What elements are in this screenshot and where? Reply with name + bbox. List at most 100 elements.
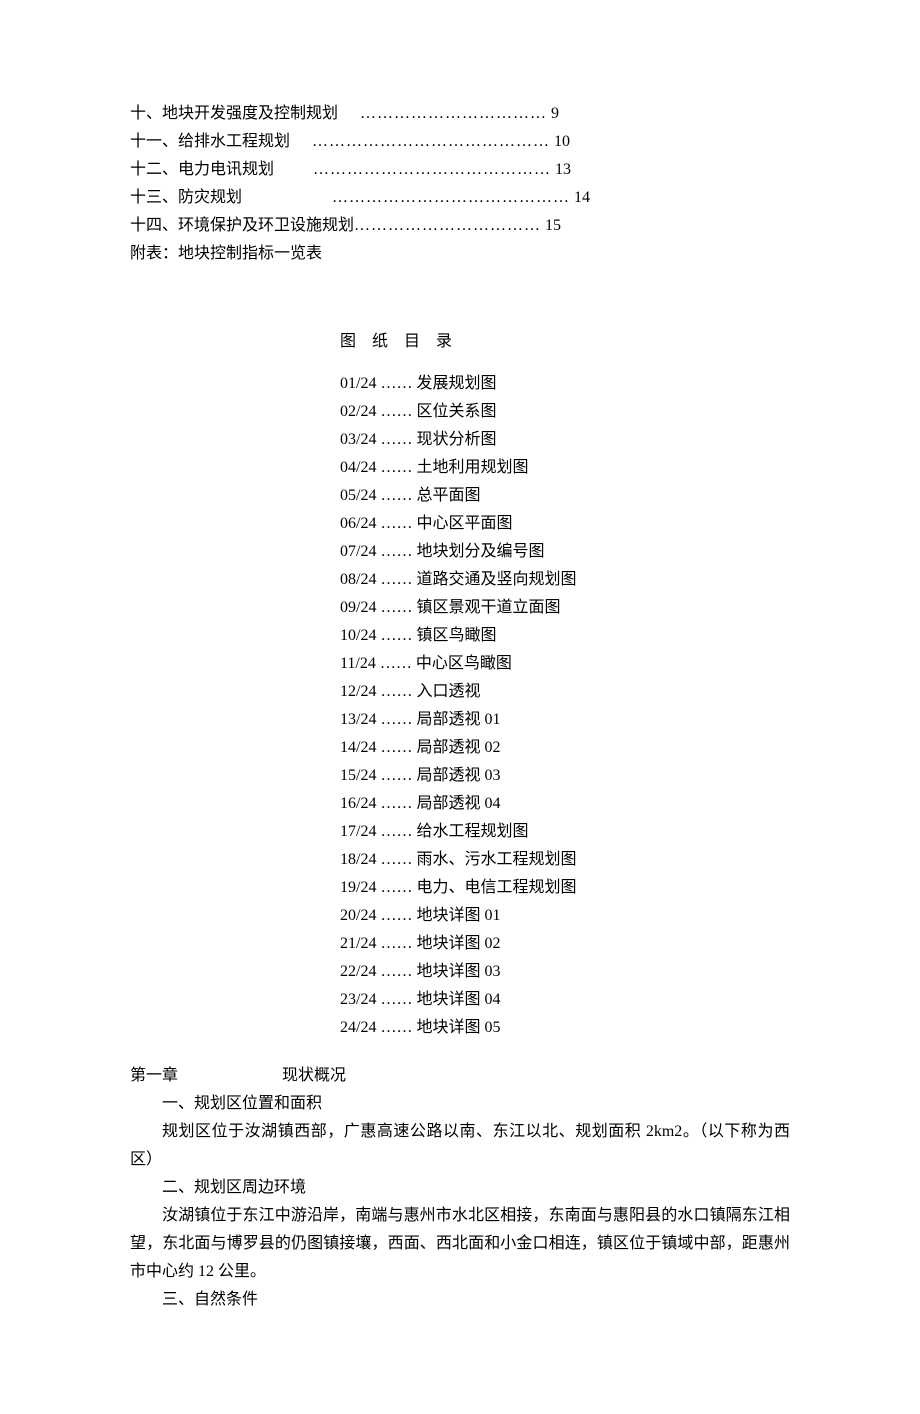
- figure-list-title: 图 纸 目 录: [340, 328, 790, 356]
- toc-label: 十三、防灾规划: [130, 184, 242, 212]
- figure-row: 18/24 …… 雨水、污水工程规划图: [340, 846, 790, 874]
- toc-label: 十一、给排水工程规划: [130, 128, 290, 156]
- figure-num: 12/24: [340, 683, 376, 700]
- figure-sep: ……: [376, 571, 416, 588]
- figure-num: 19/24: [340, 879, 376, 896]
- figure-name: 发展规划图: [416, 375, 496, 392]
- figure-row: 13/24 …… 局部透视 01: [340, 706, 790, 734]
- figure-row: 08/24 …… 道路交通及竖向规划图: [340, 566, 790, 594]
- figure-sep: ……: [376, 459, 416, 476]
- figure-name: 镇区景观干道立面图: [416, 599, 560, 616]
- figure-row: 19/24 …… 电力、电信工程规划图: [340, 874, 790, 902]
- figure-row: 14/24 …… 局部透视 02: [340, 734, 790, 762]
- figure-sep: ……: [376, 935, 416, 952]
- toc-page: 13: [555, 161, 571, 178]
- chapter-title: 现状概况: [282, 1062, 346, 1090]
- figure-num: 02/24: [340, 403, 376, 420]
- figure-name: 道路交通及竖向规划图: [416, 571, 576, 588]
- figure-row: 04/24 …… 土地利用规划图: [340, 454, 790, 482]
- figure-name: 现状分析图: [416, 431, 496, 448]
- figure-name: 地块详图 02: [416, 935, 500, 952]
- figure-num: 13/24: [340, 711, 376, 728]
- figure-num: 14/24: [340, 739, 376, 756]
- figure-name: 中心区平面图: [416, 515, 512, 532]
- figure-num: 09/24: [340, 599, 376, 616]
- toc-upper: 十、地块开发强度及控制规划 ……………………………9 十一、给排水工程规划 ………: [130, 100, 790, 268]
- toc-page: 9: [551, 105, 559, 122]
- figure-sep: ……: [376, 599, 416, 616]
- figure-name: 雨水、污水工程规划图: [416, 851, 576, 868]
- figure-row: 03/24 …… 现状分析图: [340, 426, 790, 454]
- figure-row: 17/24 …… 给水工程规划图: [340, 818, 790, 846]
- toc-label: 十二、电力电讯规划: [130, 156, 274, 184]
- figure-name: 地块详图 05: [416, 1019, 500, 1036]
- figure-sep: ……: [376, 795, 416, 812]
- toc-label: 附表：地块控制指标一览表: [130, 240, 322, 268]
- figure-sep: ……: [376, 543, 416, 560]
- figure-name: 入口透视: [416, 683, 480, 700]
- figure-name: 局部透视 02: [416, 739, 500, 756]
- figure-num: 01/24: [340, 375, 376, 392]
- chapter-heading: 第一章 现状概况: [130, 1062, 790, 1090]
- figure-num: 24/24: [340, 1019, 376, 1036]
- figure-num: 21/24: [340, 935, 376, 952]
- figure-sep: ……: [376, 907, 416, 924]
- figure-row: 11/24 …… 中心区鸟瞰图: [340, 650, 790, 678]
- figure-name: 局部透视 04: [416, 795, 500, 812]
- figure-sep: ……: [376, 991, 416, 1008]
- figure-row: 05/24 …… 总平面图: [340, 482, 790, 510]
- figure-sep: ……: [376, 851, 416, 868]
- figure-num: 16/24: [340, 795, 376, 812]
- figure-sep: ……: [376, 879, 416, 896]
- figure-name: 地块详图 04: [416, 991, 500, 1008]
- figure-row: 20/24 …… 地块详图 01: [340, 902, 790, 930]
- figure-sep: ……: [376, 627, 416, 644]
- figure-sep: ……: [376, 1019, 416, 1036]
- figure-row: 16/24 …… 局部透视 04: [340, 790, 790, 818]
- figure-row: 01/24 …… 发展规划图: [340, 370, 790, 398]
- figure-name: 局部透视 01: [416, 711, 500, 728]
- figure-row: 23/24 …… 地块详图 04: [340, 986, 790, 1014]
- figure-num: 20/24: [340, 907, 376, 924]
- toc-row: 十四、环境保护及环卫设施规划……………………………15: [130, 212, 790, 240]
- figure-name: 区位关系图: [416, 403, 496, 420]
- figure-list-section: 图 纸 目 录 01/24 …… 发展规划图02/24 …… 区位关系图03/2…: [340, 328, 790, 1042]
- figure-sep: ……: [376, 655, 416, 672]
- figure-sep: ……: [376, 375, 416, 392]
- toc-label: 十四、环境保护及环卫设施规划: [130, 212, 354, 240]
- chapter-label: 第一章: [130, 1067, 178, 1084]
- figure-num: 10/24: [340, 627, 376, 644]
- figure-row: 02/24 …… 区位关系图: [340, 398, 790, 426]
- toc-dots: ……………………………: [354, 217, 541, 234]
- figure-row: 07/24 …… 地块划分及编号图: [340, 538, 790, 566]
- toc-dots: ……………………………: [338, 105, 547, 122]
- figure-row: 12/24 …… 入口透视: [340, 678, 790, 706]
- figure-row: 15/24 …… 局部透视 03: [340, 762, 790, 790]
- figure-num: 05/24: [340, 487, 376, 504]
- figure-name: 局部透视 03: [416, 767, 500, 784]
- figure-row: 21/24 …… 地块详图 02: [340, 930, 790, 958]
- figure-num: 07/24: [340, 543, 376, 560]
- figure-num: 17/24: [340, 823, 376, 840]
- figure-sep: ……: [376, 403, 416, 420]
- toc-page: 15: [545, 217, 561, 234]
- figure-name: 地块详图 03: [416, 963, 500, 980]
- section-heading-2: 二、规划区周边环境: [130, 1174, 790, 1202]
- figure-row: 10/24 …… 镇区鸟瞰图: [340, 622, 790, 650]
- toc-row: 十二、电力电讯规划 ……………………………………13: [130, 156, 790, 184]
- figure-num: 04/24: [340, 459, 376, 476]
- figure-row: 09/24 …… 镇区景观干道立面图: [340, 594, 790, 622]
- figure-row: 24/24 …… 地块详图 05: [340, 1014, 790, 1042]
- figure-sep: ……: [376, 515, 416, 532]
- figure-sep: ……: [376, 739, 416, 756]
- figure-name: 地块划分及编号图: [416, 543, 544, 560]
- paragraph: 汝湖镇位于东江中游沿岸，南端与惠州市水北区相接，东南面与惠阳县的水口镇隔东江相望…: [130, 1202, 790, 1286]
- figure-sep: ……: [376, 431, 416, 448]
- toc-dots: ……………………………………: [242, 189, 570, 206]
- figure-name: 总平面图: [416, 487, 480, 504]
- figure-name: 土地利用规划图: [416, 459, 528, 476]
- toc-page: 10: [554, 133, 570, 150]
- figure-sep: ……: [376, 963, 416, 980]
- figure-num: 15/24: [340, 767, 376, 784]
- toc-row: 十、地块开发强度及控制规划 ……………………………9: [130, 100, 790, 128]
